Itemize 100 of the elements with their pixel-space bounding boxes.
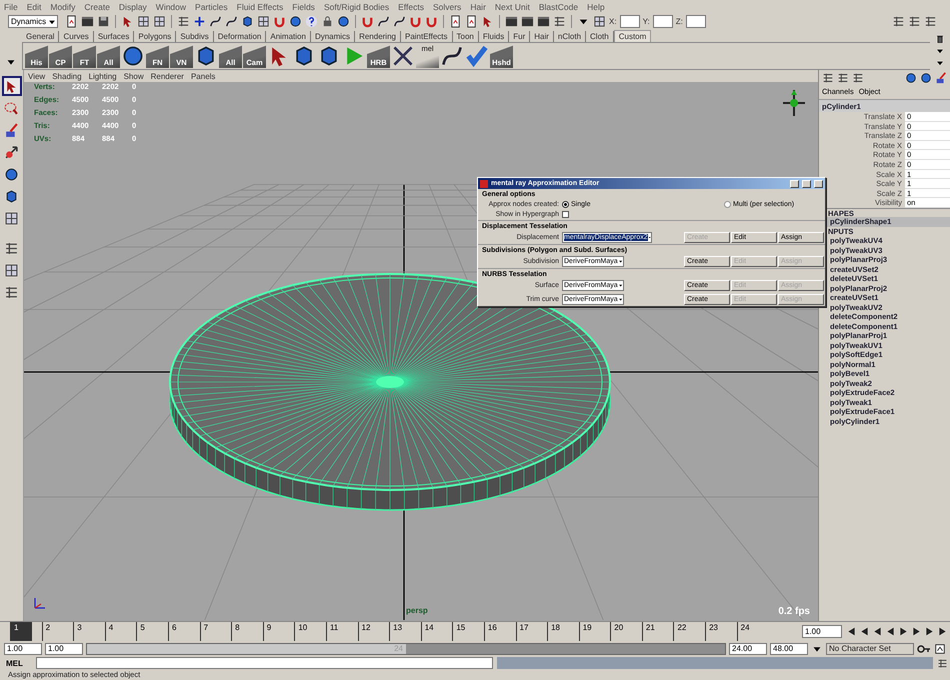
frame-tick[interactable]: 23 [705,622,737,641]
end-time-field[interactable]: 48.00 [770,642,808,654]
checkbox[interactable] [562,210,569,218]
menu-item[interactable]: Create [84,2,110,12]
frame-tick[interactable]: 10 [294,622,326,641]
menu-item[interactable]: Next Unit [494,2,530,12]
panel-menu-item[interactable]: Show [124,72,144,80]
magnet-icon[interactable] [273,15,286,28]
playback-button-icon[interactable] [846,626,857,637]
close-button[interactable] [814,180,823,188]
panel-menu-item[interactable]: Shading [52,72,82,80]
layout-icon[interactable] [553,15,566,28]
playback-button-icon[interactable] [885,626,896,637]
clapboard-icon[interactable] [521,15,534,28]
arrow-icon[interactable] [481,15,494,28]
layout-icon[interactable] [177,15,190,28]
panel-menu-item[interactable]: Renderer [150,72,184,80]
magnet-icon[interactable] [409,15,422,28]
frame-tick[interactable]: 18 [547,622,579,641]
coordinate-field[interactable] [686,15,706,28]
clapboard-icon[interactable] [505,15,518,28]
menu-item[interactable]: Particles [195,2,228,12]
menu-item[interactable]: Modify [50,2,76,12]
frame-tick[interactable]: 17 [516,622,548,641]
layout-icon[interactable] [937,658,948,668]
layout-icon[interactable] [822,72,834,84]
frame-tick[interactable]: 24 [736,622,768,641]
playback-button-icon[interactable] [859,626,870,637]
save-icon[interactable] [97,15,110,28]
layout-icon[interactable] [924,15,937,28]
curve-icon[interactable] [393,15,406,28]
sphere-icon[interactable] [289,15,302,28]
frame-tick[interactable]: 13 [389,622,421,641]
menu-item[interactable]: Help [587,2,605,12]
range-end-field[interactable]: 24.00 [729,642,767,654]
brush-icon[interactable] [935,72,947,84]
mode-dropdown[interactable]: Dynamics [8,15,58,28]
magnet-icon[interactable] [361,15,374,28]
question-icon[interactable] [305,15,318,28]
frame-tick[interactable]: 12 [358,622,390,641]
frame-tick[interactable]: 6 [168,622,200,641]
character-set-dropdown[interactable]: No Character Set [826,642,914,654]
command-input-field[interactable] [36,657,493,669]
trash-icon[interactable] [935,34,945,44]
menu-item[interactable]: File [4,2,18,12]
frame-tick[interactable]: 21 [642,622,674,641]
curve-icon[interactable] [377,15,390,28]
frame-tick[interactable]: 1 [10,622,32,641]
layout-icon[interactable] [852,72,864,84]
frame-tick[interactable]: 7 [200,622,232,641]
frame-tick[interactable]: 2 [42,622,74,641]
clapboard-icon[interactable] [537,15,550,28]
frame-tick[interactable]: 9 [262,622,294,641]
curve-icon[interactable] [209,15,222,28]
menu-item[interactable]: Edit [26,2,42,12]
document-icon[interactable] [65,15,78,28]
grid-icon[interactable] [137,15,150,28]
menu-item[interactable]: Hair [470,2,486,12]
frame-tick[interactable]: 14 [420,622,452,641]
radio-button[interactable] [724,200,731,208]
menu-item[interactable]: Window [156,2,186,12]
menu-item[interactable]: Effects [398,2,424,12]
layout-icon[interactable] [892,15,905,28]
radio-button[interactable] [562,200,569,208]
arrow-icon[interactable] [121,15,134,28]
playback-button-icon[interactable] [924,626,935,637]
current-time-field[interactable]: 1.00 [802,625,842,638]
curve-icon[interactable] [225,15,238,28]
maximize-button[interactable] [802,180,811,188]
coordinate-field[interactable] [652,15,673,28]
frame-tick[interactable]: 19 [578,622,610,641]
menu-item[interactable]: BlastCode [538,2,578,12]
playback-button-icon[interactable] [937,626,948,637]
range-start-field[interactable]: 1.00 [45,642,83,654]
menu-item[interactable]: Fields [292,2,315,12]
grid-icon[interactable] [257,15,270,28]
sphere-icon[interactable] [920,72,932,84]
frame-tick[interactable]: 5 [136,622,168,641]
menu-item[interactable]: Solvers [432,2,462,12]
shelf-tab[interactable]: Custom [614,30,652,42]
frame-tick[interactable]: 15 [452,622,484,641]
menu-item[interactable]: Fluid Effects [236,2,284,12]
document-icon[interactable] [449,15,462,28]
plus-icon[interactable] [193,15,206,28]
frame-tick[interactable]: 4 [104,622,136,641]
minimize-button[interactable] [790,180,799,188]
sphere-icon[interactable] [337,15,350,28]
preferences-icon[interactable] [934,642,946,654]
lock-icon[interactable] [321,15,334,28]
clapboard-icon[interactable] [81,15,94,28]
frame-tick[interactable]: 22 [673,622,706,641]
grid-icon[interactable] [153,15,166,28]
playback-button-icon[interactable] [872,626,883,637]
tool-button[interactable] [2,76,22,96]
playback-button-icon[interactable] [911,626,922,637]
frame-tick[interactable]: 11 [326,622,358,641]
frame-tick[interactable]: 8 [231,622,263,641]
panel-menu-item[interactable]: Lighting [88,72,117,80]
frame-tick[interactable]: 20 [610,622,642,641]
sphere-icon[interactable] [121,44,145,68]
